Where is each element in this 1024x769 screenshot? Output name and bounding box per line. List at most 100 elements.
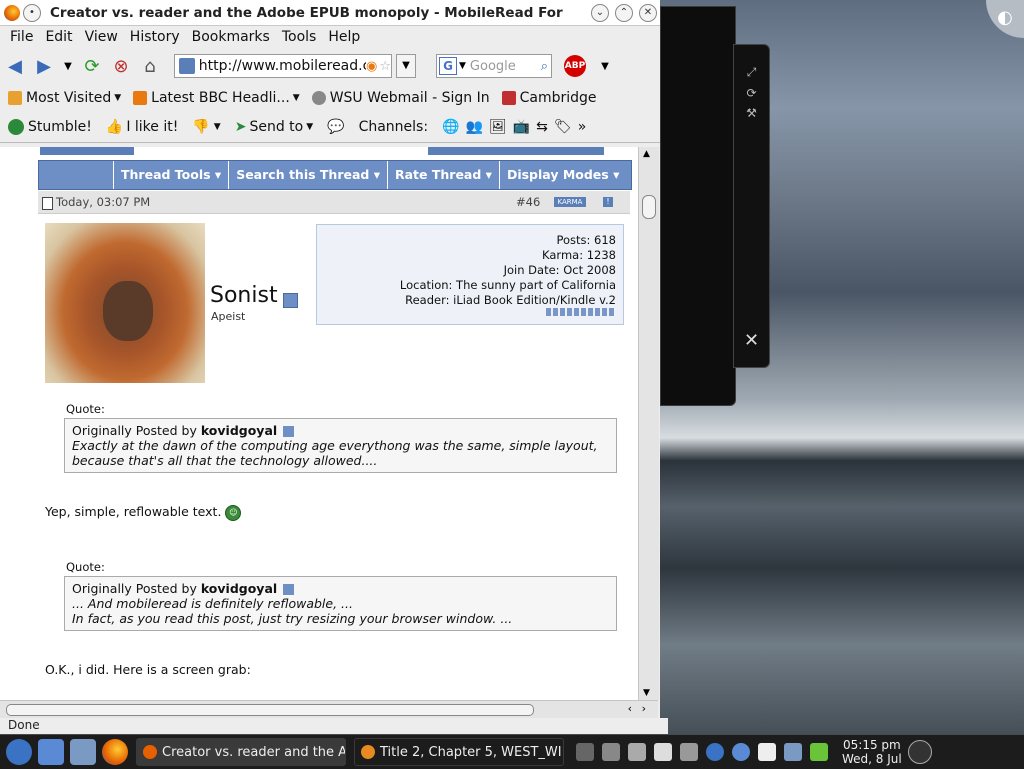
new-reply-button-stub[interactable] (40, 147, 134, 155)
comment-icon[interactable]: 💬 (327, 119, 344, 135)
karma-button[interactable]: KARMA (554, 197, 586, 207)
dolphin-icon[interactable] (38, 739, 64, 765)
menu-history[interactable]: History (130, 29, 180, 45)
minimize-button[interactable]: ⌄ (591, 3, 609, 22)
home-icon[interactable]: ⌂ (139, 55, 161, 77)
bookmark-cambridge[interactable]: Cambridge (501, 90, 597, 106)
maximize-button[interactable]: ⌃ (615, 3, 633, 22)
scroll-up-icon[interactable]: ▲ (643, 149, 650, 159)
clipboard-icon[interactable] (654, 743, 672, 761)
panel-toolbox-icon[interactable] (907, 740, 932, 764)
clock[interactable]: 05:15 pm Wed, 8 Jul (842, 738, 902, 766)
online-status-icon (283, 293, 298, 308)
abp-dropdown-icon[interactable]: ▼ (594, 55, 616, 77)
send-arrow-icon: ➤ (234, 119, 247, 135)
rss-icon[interactable]: ◉ (366, 59, 377, 74)
plasma-widget-controls: ⤢ ⟳ ⚒ ✕ (733, 44, 770, 368)
menu-bookmarks[interactable]: Bookmarks (192, 29, 270, 45)
like-button[interactable]: 👍 I like it! (106, 119, 178, 135)
toolbar-overflow-icon[interactable]: » (578, 119, 587, 135)
dislike-button[interactable]: 👎 ▼ (192, 119, 220, 135)
firefox-icon[interactable] (4, 4, 20, 21)
menu-tools[interactable]: Tools (282, 29, 317, 45)
channel-globe-icon[interactable]: 🌐 (442, 119, 459, 135)
wrench-icon[interactable]: ⚒ (734, 106, 769, 120)
quote-line: ... And mobileread is definitely reflowa… (72, 596, 353, 611)
search-engine-dropdown-icon[interactable]: ▼ (459, 61, 466, 71)
adblock-icon[interactable]: ABP (564, 55, 586, 77)
stumble-button[interactable]: Stumble! (8, 119, 92, 135)
bookmark-star-icon[interactable]: ☆ (379, 59, 391, 74)
vertical-scroll-thumb[interactable] (642, 195, 656, 219)
horizontal-scrollbar[interactable]: ‹ › (0, 700, 658, 719)
rotate-icon[interactable]: ⟳ (734, 86, 769, 100)
post-number[interactable]: #46 (516, 195, 540, 209)
thumbs-up-icon: 👍 (105, 119, 124, 135)
report-icon[interactable]: ! (603, 197, 613, 207)
url-dropdown-icon[interactable]: ▼ (396, 54, 416, 78)
channel-tv-icon[interactable]: 📺 (513, 119, 530, 135)
search-thread-menu[interactable]: Search this Thread ▾ (229, 161, 388, 189)
device-notifier-icon[interactable] (784, 743, 802, 761)
resize-icon[interactable]: ⤢ (734, 65, 769, 80)
search-input[interactable]: Google (466, 59, 541, 74)
kde-menu-icon[interactable] (6, 739, 32, 765)
task-openoffice[interactable]: Title 2, Chapter 5, WEST_WI (354, 738, 564, 766)
notes-icon[interactable] (680, 743, 698, 761)
desktop-pager-icon[interactable] (576, 743, 594, 761)
network-icon[interactable] (602, 743, 620, 761)
menu-file[interactable]: File (10, 29, 33, 45)
thread-tools-menu[interactable]: Thread Tools ▾ (114, 161, 230, 189)
search-icon[interactable]: ⌕ (541, 59, 548, 74)
window-menu-icon[interactable]: • (23, 3, 41, 22)
google-icon[interactable]: G (439, 57, 457, 75)
firefox-launcher-icon[interactable] (102, 739, 128, 765)
display-modes-menu[interactable]: Display Modes ▾ (500, 161, 626, 189)
menu-help[interactable]: Help (328, 29, 360, 45)
url-bar[interactable]: http://www.mobileread.com/ ◉ ☆ (174, 54, 392, 78)
battery-icon[interactable] (810, 743, 828, 761)
send-to-button[interactable]: ➤ Send to ▼ (235, 119, 313, 135)
scroll-right-icon[interactable]: › (642, 702, 646, 715)
scroll-left-icon[interactable]: ‹ (628, 702, 632, 715)
channel-people-icon[interactable]: 👥 (466, 119, 483, 135)
reload-icon[interactable]: ⟳ (81, 55, 103, 77)
bluetooth-icon[interactable] (706, 743, 724, 761)
search-box[interactable]: G ▼ Google ⌕ (436, 54, 552, 78)
avatar[interactable] (45, 223, 205, 383)
file-manager-icon[interactable] (70, 739, 96, 765)
hp-icon[interactable] (732, 743, 750, 761)
volume-icon[interactable] (628, 743, 646, 761)
bookmark-most-visited[interactable]: Most Visited ▼ (8, 90, 121, 106)
quote-author[interactable]: kovidgoyal (201, 423, 277, 438)
title-bar[interactable]: • Creator vs. reader and the Adobe EPUB … (0, 0, 660, 26)
menu-edit[interactable]: Edit (45, 29, 72, 45)
horizontal-scroll-thumb[interactable] (6, 704, 534, 716)
task-firefox[interactable]: Creator vs. reader and the A (136, 738, 346, 766)
rate-thread-menu[interactable]: Rate Thread ▾ (388, 161, 500, 189)
close-button[interactable]: ✕ (639, 3, 657, 22)
widget-close-icon[interactable]: ✕ (734, 330, 769, 351)
history-dropdown-icon[interactable]: ▼ (62, 55, 74, 77)
bookmark-wsu-webmail[interactable]: WSU Webmail - Sign In (311, 90, 490, 106)
channel-photo-icon[interactable]: 🖼 (489, 119, 507, 135)
tag-icon[interactable]: 🏷 (554, 119, 572, 135)
view-post-icon[interactable] (283, 426, 295, 437)
username[interactable]: Sonist (210, 283, 278, 308)
menu-view[interactable]: View (85, 29, 118, 45)
info-join-date: Join Date: Oct 2008 (503, 263, 616, 277)
back-icon[interactable]: ◀ (4, 55, 26, 77)
bookmark-bbc[interactable]: Latest BBC Headli... ▼ (133, 90, 300, 106)
quote-box: Originally Posted by kovidgoyal ... And … (64, 576, 617, 631)
stop-icon[interactable]: ⊗ (110, 55, 132, 77)
view-post-icon[interactable] (283, 584, 295, 595)
quote-author[interactable]: kovidgoyal (201, 581, 277, 596)
channel-share-icon[interactable]: ⇆ (536, 119, 548, 135)
user-title: Apeist (211, 310, 246, 323)
cw-icon[interactable] (758, 743, 776, 761)
pagination-stub[interactable] (428, 147, 604, 155)
vertical-scrollbar[interactable]: ▲ ▼ (638, 147, 659, 700)
scroll-down-icon[interactable]: ▼ (643, 688, 650, 698)
url-text[interactable]: http://www.mobileread.com/ (199, 58, 366, 74)
forward-icon[interactable]: ▶ (33, 55, 55, 77)
